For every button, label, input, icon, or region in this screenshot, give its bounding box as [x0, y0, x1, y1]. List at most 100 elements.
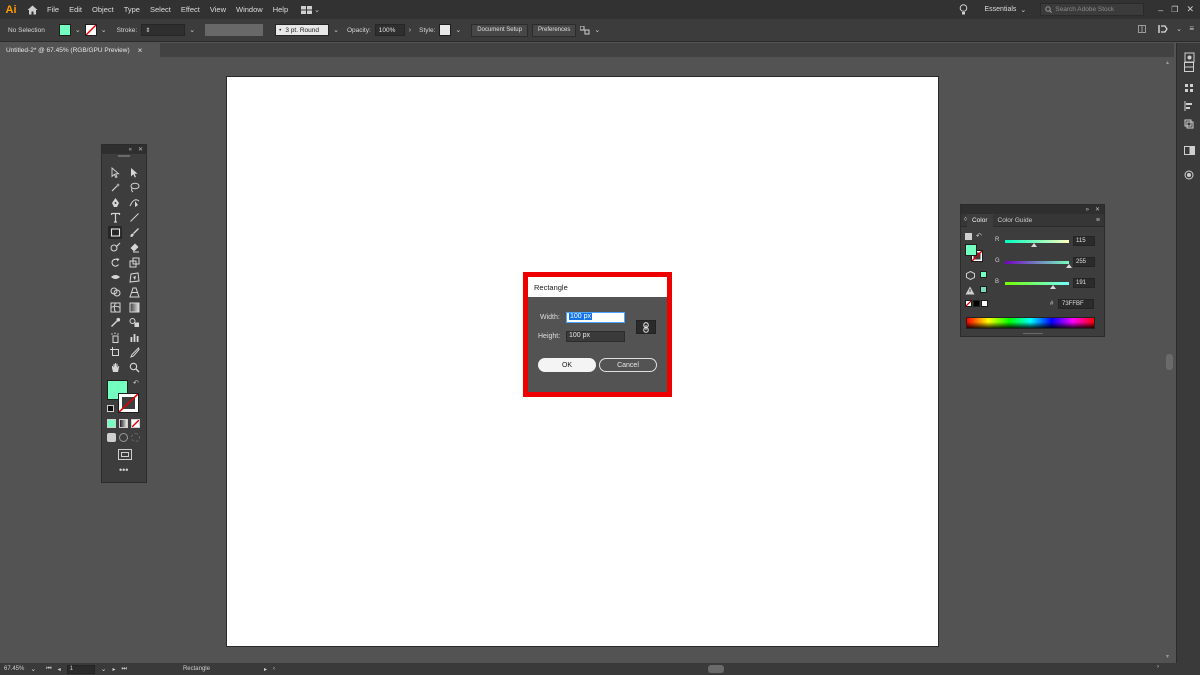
draw-inside-icon[interactable] — [131, 433, 140, 442]
red-slider-thumb[interactable] — [1030, 243, 1037, 247]
out-of-web-color-icon[interactable] — [966, 271, 975, 280]
arrange-icon[interactable] — [580, 25, 590, 35]
appearance-icon[interactable] — [1183, 169, 1195, 181]
lightbulb-icon[interactable] — [959, 4, 968, 15]
red-value-field[interactable]: 115 — [1073, 236, 1095, 246]
pen-tool-icon[interactable] — [108, 196, 122, 209]
blue-value-field[interactable]: 191 — [1073, 278, 1095, 288]
hamburger-icon[interactable]: ≡ — [1189, 24, 1194, 33]
mesh-tool-icon[interactable] — [108, 301, 122, 314]
restore-icon[interactable]: ❐ — [1171, 5, 1178, 14]
chevron-right-icon[interactable]: › — [409, 27, 411, 34]
menu-view[interactable]: View — [205, 0, 231, 19]
align-icon[interactable] — [1183, 100, 1195, 112]
panel-menu-icon[interactable] — [1158, 24, 1170, 34]
collapse-icon[interactable]: « — [129, 147, 132, 153]
shaper-tool-icon[interactable] — [108, 241, 122, 254]
first-artboard-icon[interactable]: ⏮ — [46, 666, 51, 673]
red-slider[interactable] — [1005, 240, 1069, 243]
eyedropper-tool-icon[interactable] — [108, 316, 122, 329]
menu-edit[interactable]: Edit — [64, 0, 87, 19]
zoom-level[interactable]: 67.45% — [4, 666, 24, 672]
in-gamut-swatch[interactable] — [980, 286, 987, 293]
chevron-down-icon[interactable]: ⌄ — [455, 26, 461, 34]
blue-slider-thumb[interactable] — [1049, 285, 1056, 289]
black-swatch[interactable] — [973, 300, 980, 307]
pathfinder-icon[interactable] — [1183, 144, 1195, 156]
transform-icon[interactable] — [1183, 118, 1195, 130]
tools-panel-header[interactable]: « ✕ — [102, 145, 146, 154]
next-artboard-icon[interactable]: ▸ — [113, 666, 116, 673]
zoom-tool-icon[interactable] — [127, 361, 141, 374]
tab-color-guide[interactable]: Color Guide — [993, 214, 1038, 227]
blue-slider[interactable] — [1005, 282, 1069, 285]
stroke-color-box[interactable] — [118, 393, 139, 413]
green-slider-thumb[interactable] — [1066, 264, 1072, 268]
panel-grip[interactable] — [118, 155, 130, 157]
search-stock-field[interactable]: Search Adobe Stock — [1040, 3, 1145, 16]
minimize-icon[interactable]: – — [1158, 5, 1163, 15]
preferences-button[interactable]: Preferences — [531, 23, 577, 37]
hand-tool-icon[interactable] — [108, 361, 122, 374]
rectangle-tool-icon[interactable] — [108, 226, 122, 239]
color-spectrum[interactable] — [966, 317, 1095, 329]
panel-layout-icon[interactable] — [1138, 25, 1146, 33]
collapse-icon[interactable]: » — [1086, 207, 1089, 213]
white-swatch[interactable] — [981, 300, 988, 307]
artboard-tool-icon[interactable] — [108, 346, 122, 359]
graphic-style-swatch[interactable] — [439, 24, 452, 36]
menu-type[interactable]: Type — [119, 0, 145, 19]
menu-effect[interactable]: Effect — [176, 0, 205, 19]
stroke-swatch[interactable] — [84, 24, 97, 36]
symbol-sprayer-tool-icon[interactable] — [108, 331, 122, 344]
panel-menu-icon[interactable]: ≡ — [1096, 217, 1100, 224]
menu-object[interactable]: Object — [87, 0, 119, 19]
scale-tool-icon[interactable] — [127, 256, 141, 269]
curvature-tool-icon[interactable] — [127, 196, 141, 209]
libraries-icon[interactable] — [1183, 61, 1195, 73]
constrain-proportions-button[interactable] — [636, 320, 656, 334]
direct-selection-tool-icon[interactable] — [127, 166, 141, 179]
draw-normal-icon[interactable] — [107, 433, 116, 442]
blend-tool-icon[interactable] — [127, 316, 141, 329]
gradient-mode-button[interactable] — [119, 419, 128, 428]
artboard-number-field[interactable]: 1 — [66, 664, 95, 674]
status-menu-icon[interactable]: ▸ — [264, 666, 267, 673]
web-safe-swatch[interactable] — [980, 271, 987, 278]
chevron-down-icon[interactable]: ⌄ — [101, 26, 107, 34]
fill-swatch[interactable] — [58, 24, 71, 36]
chevron-down-icon[interactable]: ⌄ — [594, 26, 600, 34]
opacity-field[interactable]: 100% — [374, 24, 405, 36]
chevron-down-icon[interactable]: ⌄ — [333, 26, 339, 34]
change-screen-mode-icon[interactable] — [118, 449, 132, 460]
type-tool-icon[interactable] — [108, 211, 122, 224]
previous-artboard-icon[interactable]: ◂ — [58, 666, 61, 673]
ok-button[interactable]: OK — [538, 358, 596, 372]
menu-window[interactable]: Window — [231, 0, 268, 19]
rotate-tool-icon[interactable] — [108, 256, 122, 269]
menu-select[interactable]: Select — [145, 0, 176, 19]
arrange-documents-button[interactable]: ⌄ — [301, 5, 320, 14]
menu-help[interactable]: Help — [268, 0, 293, 19]
out-of-gamut-warning-icon[interactable] — [965, 286, 975, 295]
variable-width-profile[interactable] — [205, 24, 264, 36]
fill-stroke-icon[interactable] — [965, 233, 972, 240]
edit-toolbar-icon[interactable]: ••• — [119, 465, 128, 475]
swap-icon[interactable]: ↶ — [976, 232, 982, 240]
swap-fill-stroke-icon[interactable]: ↶ — [133, 379, 139, 387]
column-graph-tool-icon[interactable] — [127, 331, 141, 344]
lasso-tool-icon[interactable] — [127, 181, 141, 194]
magic-wand-tool-icon[interactable] — [108, 181, 122, 194]
close-icon[interactable]: ✕ — [1095, 206, 1100, 213]
scroll-right-icon[interactable]: › — [1157, 664, 1159, 670]
chevron-down-icon[interactable]: ⌄ — [189, 26, 195, 34]
selection-tool-icon[interactable] — [108, 166, 122, 179]
none-mode-button[interactable] — [131, 419, 140, 428]
shape-builder-tool-icon[interactable] — [108, 286, 122, 299]
last-artboard-icon[interactable]: ⏭ — [122, 666, 127, 673]
width-input[interactable]: 100 px — [566, 312, 625, 323]
scroll-down-icon[interactable]: ▾ — [1166, 653, 1169, 660]
slice-tool-icon[interactable] — [127, 346, 141, 359]
gradient-tool-icon[interactable] — [127, 301, 141, 314]
horizontal-scroll-thumb[interactable] — [708, 665, 724, 673]
